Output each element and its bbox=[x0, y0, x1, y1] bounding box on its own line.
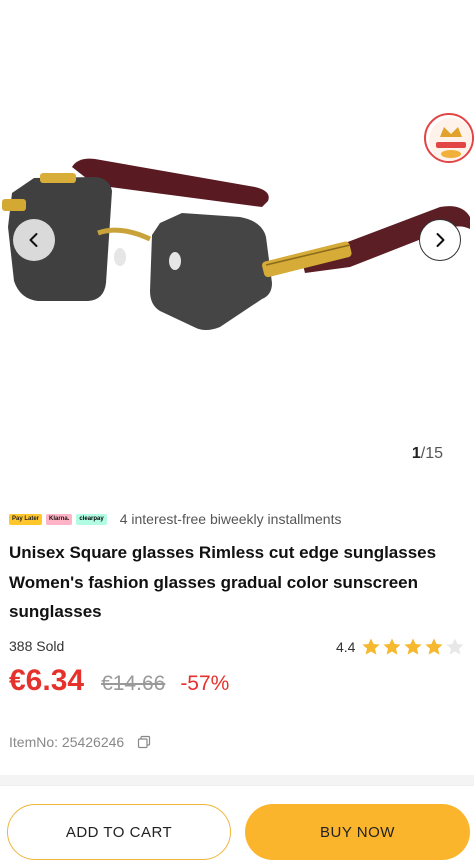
star-icon bbox=[404, 638, 423, 655]
clearpay-badge: clearpay bbox=[76, 513, 107, 525]
paylater-badge: Pay Later bbox=[9, 513, 43, 525]
bottom-action-bar: ADD TO CART BUY NOW bbox=[0, 785, 474, 863]
section-divider bbox=[0, 775, 474, 785]
sale-price: €6.34 bbox=[9, 664, 85, 697]
star-empty-icon bbox=[446, 638, 465, 655]
klarna-badge: Klarna. bbox=[46, 513, 73, 525]
product-image[interactable] bbox=[0, 95, 474, 355]
add-to-cart-button[interactable]: ADD TO CART bbox=[7, 804, 231, 860]
original-price: €14.66 bbox=[101, 672, 166, 695]
discount-percent: -57% bbox=[180, 672, 230, 695]
price-row: €6.34 €14.66 -57% bbox=[9, 664, 229, 698]
product-rating[interactable]: 4.4 bbox=[336, 637, 466, 657]
installment-row[interactable]: Pay Later Klarna. clearpay 4 interest-fr… bbox=[9, 509, 341, 529]
copy-icon[interactable] bbox=[137, 735, 151, 749]
gallery-next-button[interactable] bbox=[419, 219, 461, 261]
star-icon bbox=[362, 638, 381, 655]
image-counter-total: /15 bbox=[420, 445, 443, 462]
rating-value: 4.4 bbox=[336, 639, 356, 655]
product-gallery[interactable]: 1/15 bbox=[0, 0, 474, 475]
image-counter-current: 1 bbox=[411, 445, 421, 462]
gallery-prev-button[interactable] bbox=[13, 219, 55, 261]
item-number-text: ItemNo: 25426246 bbox=[9, 734, 125, 750]
star-icon bbox=[383, 638, 402, 655]
image-counter: 1/15 bbox=[412, 445, 443, 463]
product-title: Unisex Square glasses Rimless cut edge s… bbox=[9, 543, 437, 621]
buy-now-button[interactable]: BUY NOW bbox=[245, 804, 470, 860]
star-icon bbox=[425, 638, 444, 655]
chevron-left-icon bbox=[29, 233, 38, 247]
chevron-right-icon bbox=[436, 233, 445, 247]
installment-text: 4 interest-free biweekly installments bbox=[119, 511, 342, 527]
vip-badge-icon[interactable] bbox=[424, 113, 474, 163]
product-page: 1/15 Pay Later Klarna. clearpay 4 intere… bbox=[0, 0, 474, 863]
sold-count: 388 Sold bbox=[9, 638, 65, 654]
item-number: ItemNo: 25426246 bbox=[9, 734, 151, 750]
